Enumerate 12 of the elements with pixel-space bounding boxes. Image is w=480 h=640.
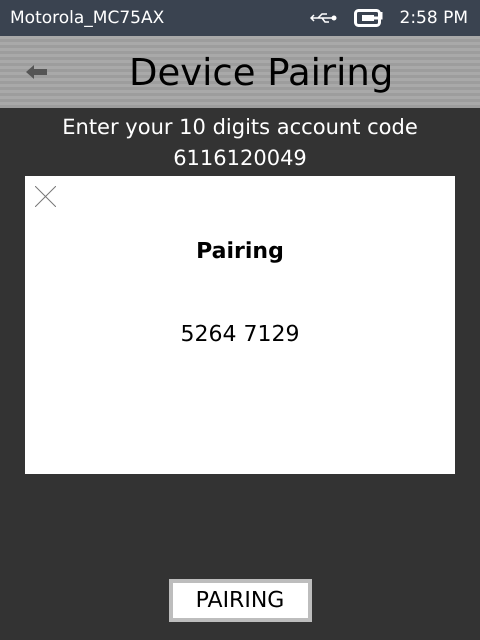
pairing-button[interactable]: PAIRING [168,579,312,622]
close-icon[interactable] [35,186,56,207]
battery-charging-icon [354,8,386,28]
clock-time: 2:58 PM [400,8,468,28]
device-name: Motorola_MC75AX [10,8,166,28]
usb-icon [310,11,338,25]
prompt-text: Enter your 10 digits account code [62,114,418,141]
pairing-code: 5264 7129 [180,322,300,347]
page-title: Device Pairing [129,50,394,94]
back-arrow-icon[interactable] [26,65,47,79]
dialog-title: Pairing [196,239,284,264]
account-code: 6116120049 [173,145,307,172]
